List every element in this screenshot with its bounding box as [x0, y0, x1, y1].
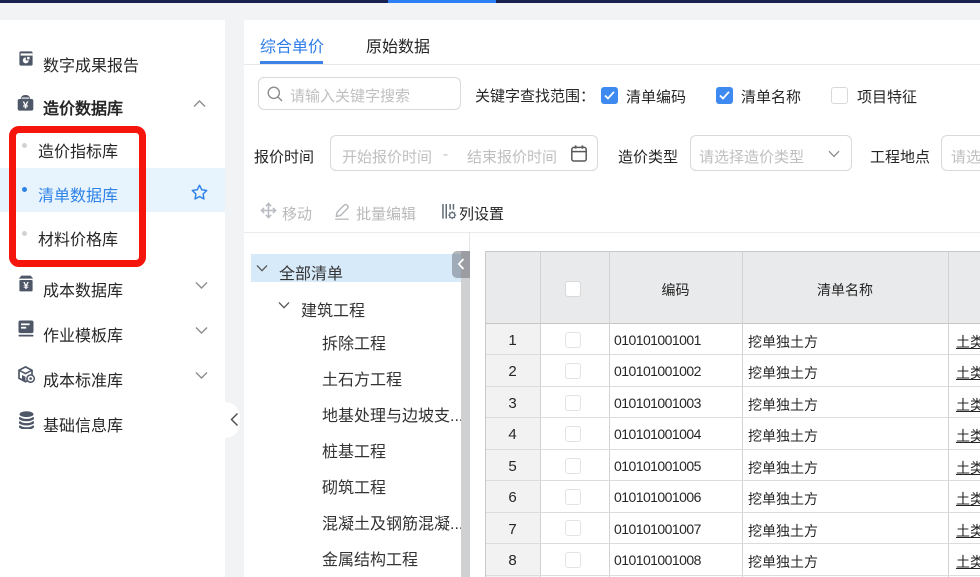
svg-text:¥: ¥ — [23, 281, 29, 292]
svg-text:¥: ¥ — [23, 99, 29, 111]
